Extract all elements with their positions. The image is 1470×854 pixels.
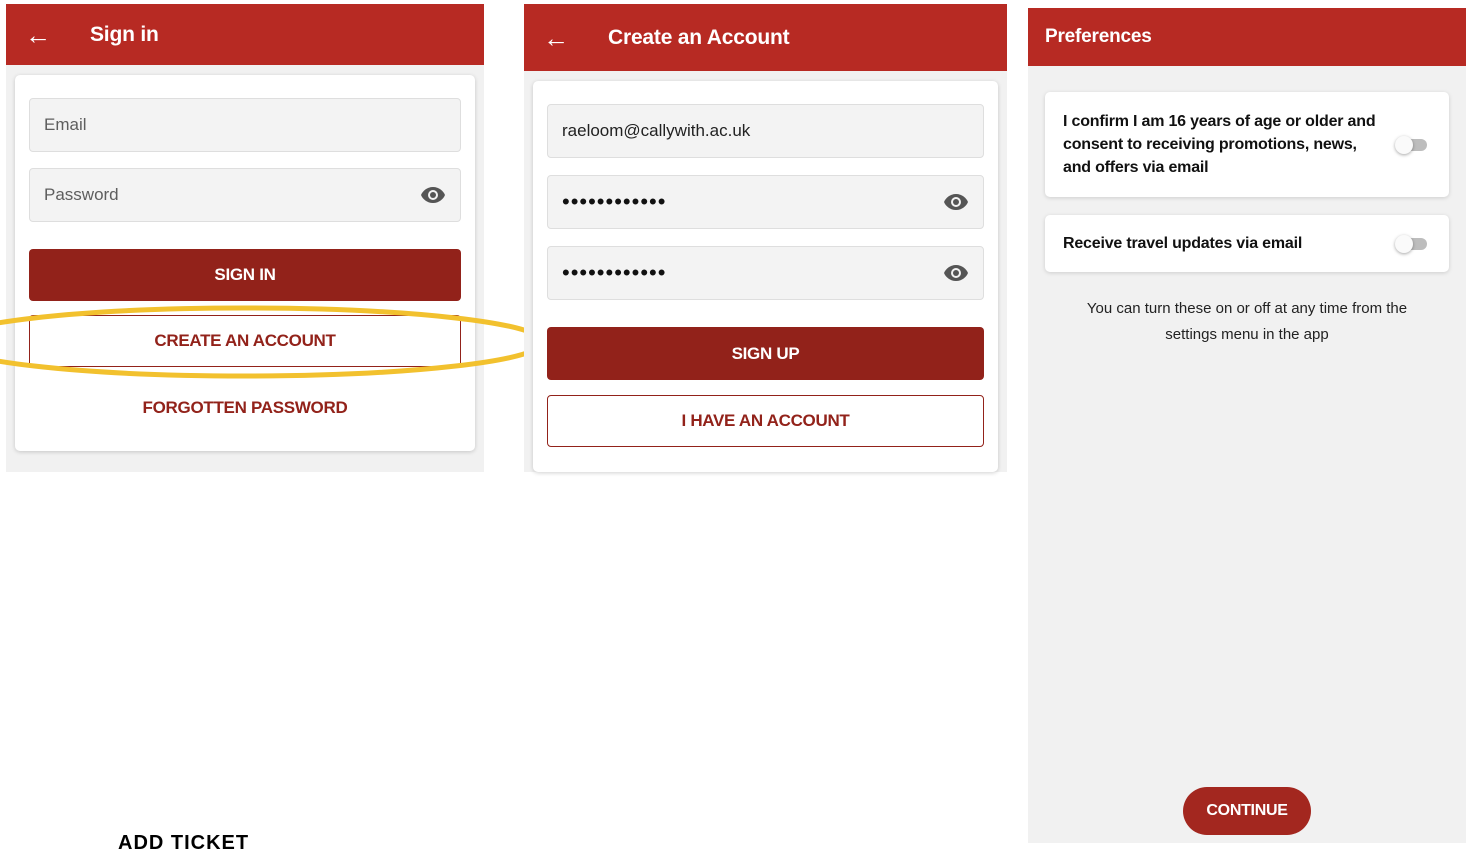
back-arrow-icon[interactable]: ← <box>540 25 572 51</box>
preferences-body: I confirm I am 16 years of age or older … <box>1028 66 1466 843</box>
toggle-knob <box>1395 135 1413 154</box>
create-account-body: raeloom@callywith.ac.uk •••••••••••• •••… <box>524 71 1007 472</box>
signin-button[interactable]: SIGN IN <box>29 249 461 301</box>
confirm-password-masked-value: •••••••••••• <box>562 260 667 285</box>
pref-item-age-consent: I confirm I am 16 years of age or older … <box>1045 92 1449 197</box>
age-consent-toggle[interactable] <box>1395 135 1431 154</box>
create-account-app-bar: ← Create an Account <box>524 4 1007 71</box>
pref-item-label: Receive travel updates via email <box>1063 235 1303 252</box>
travel-updates-toggle[interactable] <box>1395 234 1431 253</box>
preferences-note: You can turn these on or off at any time… <box>1086 300 1408 343</box>
pref-item-travel-updates: Receive travel updates via email <box>1045 215 1449 272</box>
pref-item-label: I confirm I am 16 years of age or older … <box>1063 113 1376 176</box>
email-field[interactable] <box>29 98 461 152</box>
preferences-app-bar: Preferences <box>1028 8 1466 66</box>
signin-body: SIGN IN CREATE AN ACCOUNT FORGOTTEN PASS… <box>6 65 484 472</box>
add-ticket-heading: ADD TICKET <box>118 832 250 854</box>
signup-button[interactable]: SIGN UP <box>547 327 984 380</box>
create-account-card: raeloom@callywith.ac.uk •••••••••••• •••… <box>533 81 998 472</box>
forgotten-password-link[interactable]: FORGOTTEN PASSWORD <box>15 398 475 418</box>
password-masked-value: •••••••••••• <box>562 189 667 214</box>
email-field[interactable]: raeloom@callywith.ac.uk <box>547 104 984 158</box>
password-field[interactable]: •••••••••••• <box>547 175 984 229</box>
show-password-eye-icon[interactable] <box>420 182 446 208</box>
signin-card: SIGN IN CREATE AN ACCOUNT FORGOTTEN PASS… <box>15 75 475 451</box>
back-arrow-icon[interactable]: ← <box>22 22 54 48</box>
page-title: Sign in <box>90 22 159 46</box>
confirm-password-field[interactable]: •••••••••••• <box>547 246 984 300</box>
page-title: Preferences <box>1045 26 1152 47</box>
continue-button[interactable]: CONTINUE <box>1183 787 1311 835</box>
create-account-screen: ← Create an Account raeloom@callywith.ac… <box>524 4 1007 472</box>
email-value: raeloom@callywith.ac.uk <box>562 121 751 140</box>
toggle-knob <box>1395 234 1413 253</box>
have-account-button[interactable]: I HAVE AN ACCOUNT <box>547 395 984 447</box>
password-field[interactable] <box>29 168 461 222</box>
show-password-eye-icon[interactable] <box>943 189 969 215</box>
highlight-ellipse <box>0 305 546 379</box>
show-password-eye-icon[interactable] <box>943 260 969 286</box>
signin-app-bar: ← Sign in <box>6 4 484 65</box>
page-title: Create an Account <box>608 25 790 49</box>
preferences-screen: Preferences I confirm I am 16 years of a… <box>1028 8 1466 843</box>
password-input[interactable] <box>44 185 420 205</box>
signin-screen: ← Sign in SIGN IN CREATE AN ACCOUNT FORG… <box>6 4 484 472</box>
email-input[interactable] <box>44 115 446 135</box>
